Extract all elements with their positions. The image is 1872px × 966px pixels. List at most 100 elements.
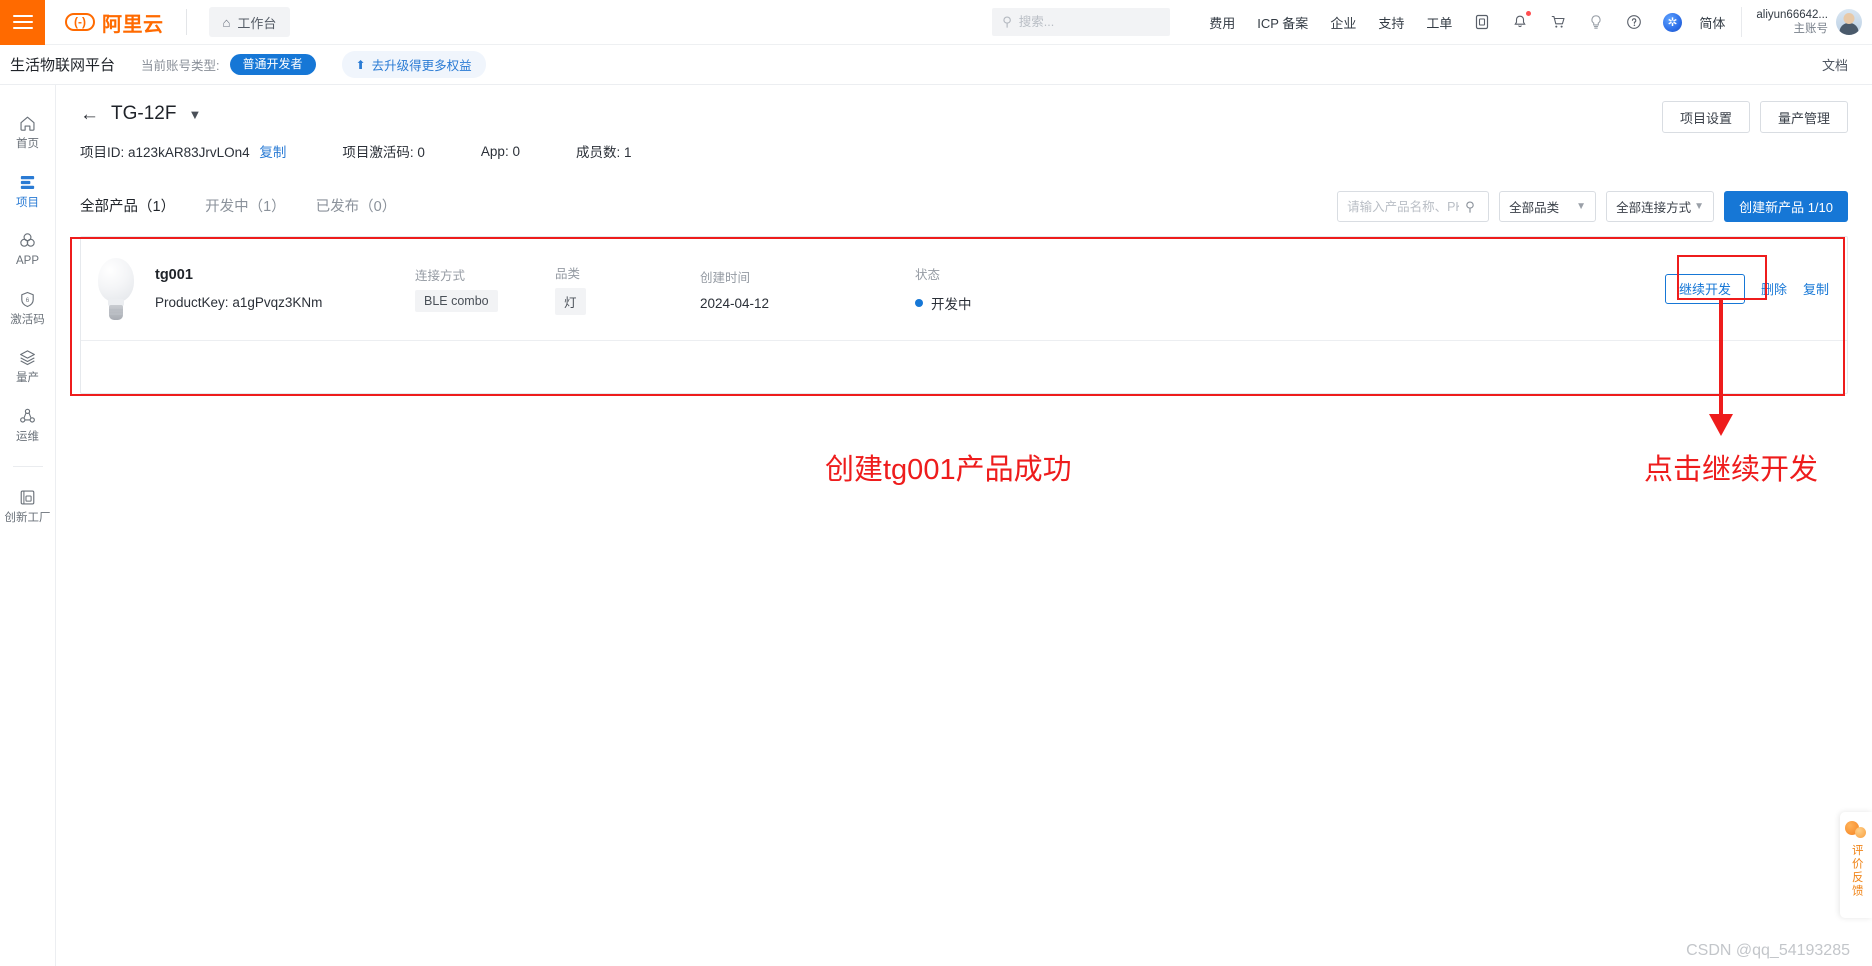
product-card[interactable]: tg001 ProductKey: a1gPvqz3KNm 连接方式 BLE c…: [80, 236, 1848, 394]
feedback-bubble-icon: [1845, 821, 1867, 839]
sidebar-label-operations: 运维: [16, 430, 39, 443]
continue-development-button[interactable]: 继续开发: [1664, 273, 1745, 304]
app-count-label: App:: [480, 143, 509, 159]
create-product-button[interactable]: 创建新产品 1/10: [1724, 191, 1848, 222]
help-icon[interactable]: [1621, 9, 1647, 35]
meta-activation-code: 项目激活码: 0: [342, 141, 425, 161]
light-bulb-icon: [95, 257, 137, 320]
product-identity: tg001 ProductKey: a1gPvqz3KNm: [155, 267, 415, 310]
sidebar-divider: [12, 466, 43, 467]
project-id-value: a123kAR83JrvLOn4: [128, 145, 250, 160]
connection-select[interactable]: 全部连接方式 ▼: [1606, 191, 1715, 222]
svg-text:6: 6: [26, 296, 30, 303]
account-divider: [1741, 7, 1743, 37]
project-header: ← TG-12F ▼ 项目ID: a123kAR83JrvLOn4 复制 项目激…: [56, 85, 1872, 161]
tab-published[interactable]: 已发布（0）: [316, 195, 397, 218]
meta-app-count: App: 0: [481, 144, 520, 159]
product-name: tg001: [155, 267, 193, 283]
product-key-value: a1gPvqz3KNm: [232, 295, 323, 310]
sidebar-item-project[interactable]: 项目: [0, 162, 56, 221]
account-role: 主账号: [1793, 23, 1829, 35]
product-actions: 继续开发 删除 复制: [1664, 273, 1829, 304]
activation-code-label: 项目激活码:: [342, 145, 414, 160]
search-icon[interactable]: ⚲: [1465, 199, 1475, 215]
feedback-widget[interactable]: 评价反馈: [1840, 812, 1872, 918]
product-created: 创建时间 2024-04-12: [700, 267, 915, 311]
account-type-label: 当前账号类型:: [141, 59, 220, 73]
brand-label: 阿里云: [102, 13, 164, 36]
app-grid-icon[interactable]: [1469, 9, 1495, 35]
nav-link-support[interactable]: 支持: [1378, 13, 1404, 32]
app-count-value: 0: [512, 143, 520, 159]
annotation-arrow-head: [1709, 414, 1733, 436]
main-content: ← TG-12F ▼ 项目ID: a123kAR83JrvLOn4 复制 项目激…: [56, 85, 1872, 966]
upgrade-button[interactable]: ⬆ 去升级得更多权益: [341, 51, 486, 78]
product-search-input[interactable]: [1347, 199, 1460, 214]
meta-member-count: 成员数: 1: [576, 141, 632, 161]
upgrade-label: 去升级得更多权益: [371, 59, 472, 73]
category-select[interactable]: 全部品类 ▼: [1499, 191, 1597, 222]
back-arrow-icon[interactable]: ←: [80, 105, 99, 124]
sidebar-item-app[interactable]: APP: [0, 220, 56, 279]
search-icon: ⚲: [1002, 14, 1012, 29]
copy-product-link[interactable]: 复制: [1803, 279, 1829, 298]
language-switch[interactable]: 简体: [1699, 13, 1725, 32]
sidebar-label-app: APP: [15, 255, 39, 267]
mass-production-button[interactable]: 量产管理: [1759, 101, 1848, 133]
workbench-label: 工作台: [237, 15, 277, 31]
copy-project-id-link[interactable]: 复制: [259, 145, 286, 160]
meta-project-id: 项目ID: a123kAR83JrvLOn4 复制: [80, 141, 286, 161]
aliyun-mark-icon: (-): [65, 13, 95, 31]
nav-link-ticket[interactable]: 工单: [1426, 13, 1452, 32]
product-search[interactable]: ⚲: [1337, 191, 1490, 222]
sidebar-label-activation-code: 激活码: [10, 313, 45, 326]
global-header: (-) 阿里云 ⌂ 工作台 ⚲ 费用 ICP 备案 企业 支持 工单: [0, 0, 1872, 45]
annotation-text-right: 点击继续开发: [1644, 454, 1819, 486]
docs-link[interactable]: 文档: [1822, 55, 1848, 74]
hamburger-icon[interactable]: [0, 0, 45, 45]
status-badge: 开发中: [915, 293, 1095, 313]
avatar[interactable]: [1836, 9, 1862, 35]
tab-all-products[interactable]: 全部产品（1）: [80, 195, 175, 218]
nav-link-enterprise[interactable]: 企业: [1330, 13, 1356, 32]
search-input[interactable]: [1018, 15, 1149, 29]
left-sidebar: 首页 项目 APP 6 激活码 量产 运维 创新工厂: [0, 85, 56, 966]
nav-link-icp[interactable]: ICP 备案: [1257, 13, 1308, 32]
delete-product-link[interactable]: 删除: [1761, 279, 1787, 298]
tab-in-development[interactable]: 开发中（1）: [205, 195, 286, 218]
annotation-arrow-line: [1719, 300, 1723, 422]
created-label: 创建时间: [700, 270, 751, 285]
product-tabs: 全部产品（1） 开发中（1） 已发布（0）: [80, 195, 396, 218]
globe-icon[interactable]: ✲: [1659, 9, 1685, 35]
nav-link-fee[interactable]: 费用: [1209, 13, 1235, 32]
project-title-row: ← TG-12F ▼: [80, 103, 1848, 125]
annotation-text-left: 创建tg001产品成功: [825, 454, 1072, 486]
status-value: 开发中: [931, 297, 972, 312]
sidebar-item-home[interactable]: 首页: [0, 103, 56, 162]
product-toolbar: 全部产品（1） 开发中（1） 已发布（0） ⚲ 全部品类 ▼ 全部连接方式 ▼ …: [56, 191, 1872, 222]
global-search[interactable]: ⚲: [992, 8, 1171, 36]
sidebar-item-innovation-factory[interactable]: 创新工厂: [0, 477, 56, 536]
aliyun-logo[interactable]: (-) 阿里云: [45, 0, 186, 45]
bell-icon[interactable]: [1507, 9, 1533, 35]
bulb-icon[interactable]: [1583, 9, 1609, 35]
chevron-down-icon: ▼: [1694, 201, 1705, 212]
category-select-value: 全部品类: [1509, 201, 1560, 215]
notification-badge: [1526, 11, 1532, 16]
project-meta: 项目ID: a123kAR83JrvLOn4 复制 项目激活码: 0 App: …: [80, 141, 1848, 161]
home-icon: ⌂: [222, 14, 231, 30]
status-label: 状态: [915, 268, 941, 282]
account-menu[interactable]: aliyun66642... 主账号: [1744, 8, 1872, 37]
member-count-value: 1: [624, 145, 632, 160]
category-value: 灯: [555, 287, 586, 315]
csdn-watermark: CSDN @qq_54193285: [1686, 942, 1850, 959]
cart-icon[interactable]: [1545, 9, 1571, 35]
sidebar-item-operations[interactable]: 运维: [0, 396, 56, 455]
account-text: aliyun66642... 主账号: [1756, 8, 1828, 37]
sidebar-item-activation-code[interactable]: 6 激活码: [0, 279, 56, 338]
sidebar-label-home: 首页: [16, 138, 39, 150]
chevron-down-icon[interactable]: ▼: [188, 107, 201, 122]
sidebar-item-mass-production[interactable]: 量产: [0, 337, 56, 396]
project-settings-button[interactable]: 项目设置: [1661, 101, 1750, 133]
workbench-button[interactable]: ⌂ 工作台: [208, 7, 291, 37]
